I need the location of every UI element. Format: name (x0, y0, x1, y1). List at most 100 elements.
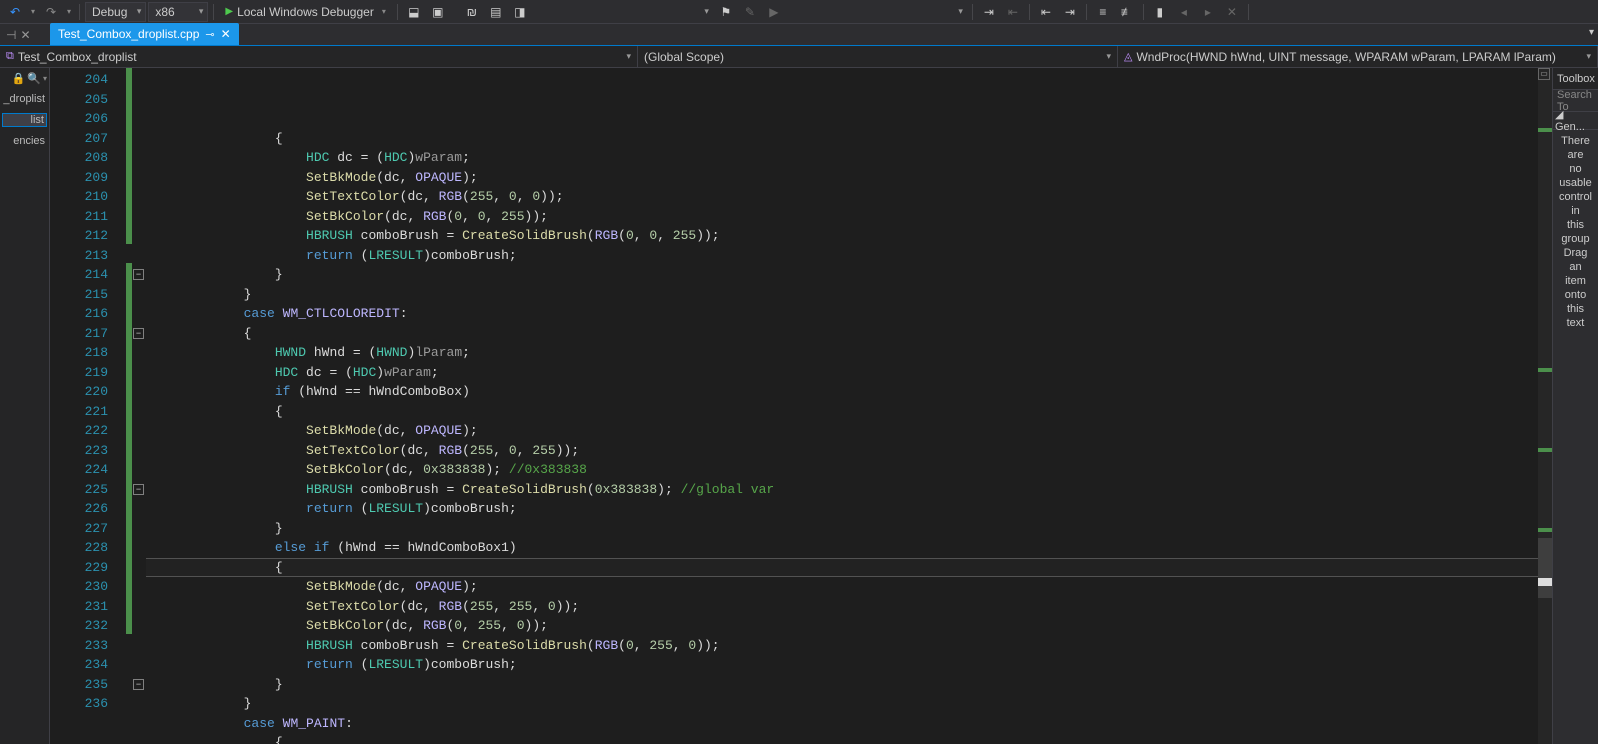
fold-column: − − − − (132, 68, 146, 744)
tool-icon-1[interactable]: ⬓ (403, 2, 425, 22)
wand-icon[interactable]: ✎ (739, 2, 761, 22)
project-dropdown[interactable]: ⧉ Test_Combox_droplist (0, 46, 638, 67)
code-line[interactable]: } (146, 265, 1538, 285)
minimap-mark (1538, 528, 1552, 532)
code-line[interactable]: HBRUSH comboBrush = CreateSolidBrush(0x3… (146, 480, 1538, 500)
scrollbar-minimap[interactable]: ▭ (1538, 68, 1552, 744)
code-line[interactable]: HDC dc = (HDC)wParam; (146, 148, 1538, 168)
flag-icon[interactable]: ⚑ (715, 2, 737, 22)
undo-icon[interactable]: ↶ (4, 2, 26, 22)
fold-toggle-icon[interactable]: − (133, 328, 144, 339)
undo-dropdown-icon[interactable]: ▾ (28, 2, 38, 22)
code-line[interactable]: { (146, 558, 1538, 578)
line-number: 225 (50, 480, 126, 500)
code-line[interactable]: SetBkMode(dc, OPAQUE); (146, 577, 1538, 597)
scope-name: (Global Scope) (644, 50, 724, 64)
main-toolbar: ↶ ▾ ↷ ▾ Debug x86 ▶ Local Windows Debugg… (0, 0, 1598, 24)
bookmark-prev-icon[interactable]: ◂ (1173, 2, 1195, 22)
code-line[interactable]: HBRUSH comboBrush = CreateSolidBrush(RGB… (146, 226, 1538, 246)
redo-icon[interactable]: ↷ (40, 2, 62, 22)
step-icon-1[interactable]: ⇥ (978, 2, 1000, 22)
chevron-down-icon: ▾ (382, 7, 386, 16)
tool-icon-3[interactable]: ₪ (461, 2, 483, 22)
code-line[interactable]: } (146, 694, 1538, 714)
code-line[interactable]: SetTextColor(dc, RGB(255, 255, 0)); (146, 597, 1538, 617)
line-number: 204 (50, 70, 126, 90)
list-item[interactable]: list (2, 113, 47, 127)
navigation-bar: ⧉ Test_Combox_droplist (Global Scope) ◬ … (0, 46, 1598, 68)
indent-inc-icon[interactable]: ⇥ (1059, 2, 1081, 22)
scrollbar-thumb[interactable] (1538, 538, 1552, 598)
fold-toggle-icon[interactable]: − (133, 269, 144, 280)
code-line[interactable]: HBRUSH comboBrush = CreateSolidBrush(RGB… (146, 636, 1538, 656)
code-line[interactable]: case WM_PAINT: (146, 714, 1538, 734)
code-line[interactable]: { (146, 402, 1538, 422)
code-line[interactable]: return (LRESULT)comboBrush; (146, 655, 1538, 675)
bookmark-icon[interactable]: ▮ (1149, 2, 1171, 22)
line-number: 226 (50, 499, 126, 519)
code-line[interactable]: return (LRESULT)comboBrush; (146, 499, 1538, 519)
line-number: 229 (50, 558, 126, 578)
tool-icon-4[interactable]: ▤ (485, 2, 507, 22)
comment-icon[interactable]: ≡ (1092, 2, 1114, 22)
code-line[interactable]: else if (hWnd == hWndComboBox1) (146, 538, 1538, 558)
tab-overflow-icon[interactable]: ▾ (1589, 27, 1594, 38)
solution-search[interactable]: 🔒 🔍 ▾ (2, 72, 47, 85)
line-number: 218 (50, 343, 126, 363)
indent-dec-icon[interactable]: ⇤ (1035, 2, 1057, 22)
tool-icon-2[interactable]: ▣ (427, 2, 449, 22)
code-line[interactable]: HDC dc = (HDC)wParam; (146, 363, 1538, 383)
split-icon[interactable]: ▭ (1538, 68, 1550, 80)
line-number: 210 (50, 187, 126, 207)
platform-dropdown[interactable]: x86 (148, 2, 208, 22)
toolbox-header[interactable]: Toolbox (1553, 68, 1598, 90)
code-content[interactable]: { HDC dc = (HDC)wParam; SetBkMode(dc, OP… (146, 68, 1538, 744)
code-line[interactable]: } (146, 519, 1538, 539)
code-line[interactable]: { (146, 129, 1538, 149)
code-line[interactable]: SetBkColor(dc, RGB(0, 255, 0)); (146, 616, 1538, 636)
step-icon-2[interactable]: ⇤ (1002, 2, 1024, 22)
code-line[interactable]: } (146, 285, 1538, 305)
redo-dropdown-icon[interactable]: ▾ (64, 2, 74, 22)
close-icon[interactable]: ✕ (20, 28, 30, 42)
close-icon[interactable]: ✕ (221, 27, 231, 41)
continue-icon[interactable]: ▶ (763, 2, 785, 22)
code-line[interactable]: if (hWnd == hWndComboBox) (146, 382, 1538, 402)
line-number-gutter: 2042052062072082092102112122132142152162… (50, 68, 126, 744)
scope-dropdown[interactable]: (Global Scope) (638, 46, 1118, 67)
code-line[interactable]: SetBkMode(dc, OPAQUE); (146, 168, 1538, 188)
code-line[interactable]: SetBkColor(dc, 0x383838); //0x383838 (146, 460, 1538, 480)
code-line[interactable]: case WM_CTLCOLOREDIT: (146, 304, 1538, 324)
member-name: WndProc(HWND hWnd, UINT message, WPARAM … (1136, 50, 1555, 64)
member-dropdown[interactable]: ◬ WndProc(HWND hWnd, UINT message, WPARA… (1118, 46, 1598, 67)
file-tab-active[interactable]: Test_Combox_droplist.cpp ⊸ ✕ (50, 23, 239, 45)
uncomment-icon[interactable]: ≢ (1116, 2, 1138, 22)
code-line[interactable]: HWND hWnd = (HWND)lParam; (146, 343, 1538, 363)
thread-dropdown[interactable] (787, 2, 967, 22)
bookmark-clear-icon[interactable]: ✕ (1221, 2, 1243, 22)
start-debug-button[interactable]: ▶ Local Windows Debugger ▾ (219, 2, 391, 22)
code-line[interactable]: { (146, 324, 1538, 344)
list-item[interactable]: _droplist (2, 93, 47, 105)
code-line[interactable]: return (LRESULT)comboBrush; (146, 246, 1538, 266)
pin-icon[interactable]: ⊸ (205, 28, 214, 41)
bookmark-next-icon[interactable]: ▸ (1197, 2, 1219, 22)
code-line[interactable]: SetTextColor(dc, RGB(255, 0, 255)); (146, 441, 1538, 461)
line-number: 215 (50, 285, 126, 305)
toolbox-section[interactable]: ◢ Gen... (1553, 112, 1598, 130)
tool-icon-5[interactable]: ◨ (509, 2, 531, 22)
code-line[interactable]: { (146, 733, 1538, 744)
separator (213, 4, 214, 20)
pin-icon[interactable]: ⊣ (6, 28, 16, 42)
line-number: 213 (50, 246, 126, 266)
fold-toggle-icon[interactable]: − (133, 484, 144, 495)
code-editor[interactable]: 2042052062072082092102112122132142152162… (50, 68, 1552, 744)
fold-toggle-icon[interactable]: − (133, 679, 144, 690)
code-line[interactable]: SetBkMode(dc, OPAQUE); (146, 421, 1538, 441)
code-line[interactable]: } (146, 675, 1538, 695)
list-item[interactable]: encies (2, 135, 47, 147)
process-dropdown[interactable] (533, 2, 713, 22)
config-dropdown[interactable]: Debug (85, 2, 146, 22)
code-line[interactable]: SetTextColor(dc, RGB(255, 0, 0)); (146, 187, 1538, 207)
code-line[interactable]: SetBkColor(dc, RGB(0, 0, 255)); (146, 207, 1538, 227)
